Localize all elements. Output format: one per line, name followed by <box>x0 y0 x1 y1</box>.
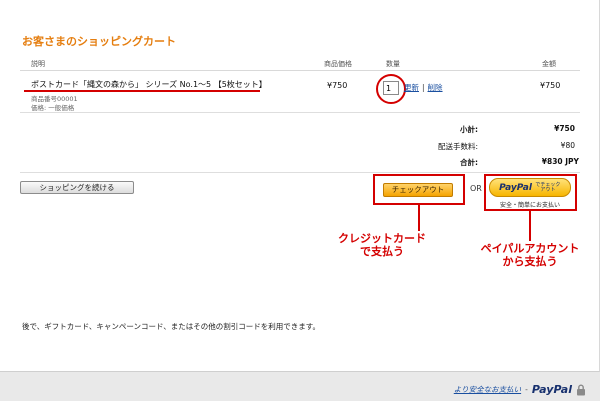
header-unit-price: 商品価格 <box>324 60 352 68</box>
quantity-input[interactable] <box>383 81 399 95</box>
item-name-highlight <box>24 90 260 92</box>
item-name: ポストカード「縄文の森から」 シリーズ No.1〜5 【5枚セット】 <box>31 80 267 89</box>
secure-payment-bar: より安全なお支払い - PayPal <box>454 383 586 396</box>
paypal-subtitle: 安全・簡単にお支払い <box>499 202 560 209</box>
secure-payment-link[interactable]: より安全なお支払い <box>454 384 521 395</box>
page-title: お客さまのショッピングカート <box>22 35 176 48</box>
credit-annotation-line2: で支払う <box>360 245 404 258</box>
discount-note: 後で、ギフトカード、キャンペーンコード、またはその他の割引コードを利用できます。 <box>22 322 320 331</box>
credit-annotation: クレジットカード で支払う <box>322 232 442 258</box>
table-header: 説明 商品価格 数量 金額 <box>20 57 580 71</box>
total-label: 合計: <box>460 158 478 167</box>
paypal-annotation-pointer <box>529 211 531 241</box>
checkout-button[interactable]: チェックアウト <box>383 183 453 197</box>
update-link[interactable]: 更新 <box>404 83 419 92</box>
continue-shopping-button[interactable]: ショッピングを続ける <box>20 181 134 194</box>
credit-annotation-pointer <box>418 205 420 231</box>
paypal-checkout-text: でチェックアウト <box>535 181 561 193</box>
paypal-checkout-button[interactable]: PayPal でチェックアウト <box>489 178 571 197</box>
header-amount: 金額 <box>542 60 556 68</box>
shipping-value: ¥80 <box>560 141 575 150</box>
item-amount: ¥750 <box>540 81 561 90</box>
paypal-footer-logo: PayPal <box>531 383 572 396</box>
header-quantity: 数量 <box>386 60 400 68</box>
bar-separator: - <box>525 385 528 394</box>
delete-link[interactable]: 削除 <box>428 83 443 92</box>
or-label: OR <box>470 184 482 193</box>
link-separator: | <box>422 83 425 92</box>
item-actions: 更新 | 削除 <box>404 82 443 93</box>
paypal-annotation-line1: ペイパルアカウント <box>480 242 580 255</box>
summary-divider <box>20 172 580 173</box>
total-value: ¥830 JPY <box>541 157 579 166</box>
subtotal-label: 小計: <box>460 125 478 134</box>
item-unit-price: ¥750 <box>327 81 348 90</box>
paypal-annotation-line2: から支払う <box>502 255 558 268</box>
cart-panel: お客さまのショッピングカート 説明 商品価格 数量 金額 ポストカード「縄文の森… <box>0 0 600 372</box>
lock-icon <box>577 384 585 395</box>
shipping-label: 配送手数料: <box>437 142 478 151</box>
header-description: 説明 <box>31 60 45 68</box>
paypal-logo: PayPal <box>499 182 532 193</box>
item-price-note: 価格: 一般価格 <box>31 104 75 112</box>
subtotal-value: ¥750 <box>554 124 575 133</box>
credit-annotation-line1: クレジットカード <box>338 232 426 245</box>
row-divider <box>20 112 580 113</box>
paypal-annotation: ペイパルアカウント から支払う <box>468 242 592 268</box>
